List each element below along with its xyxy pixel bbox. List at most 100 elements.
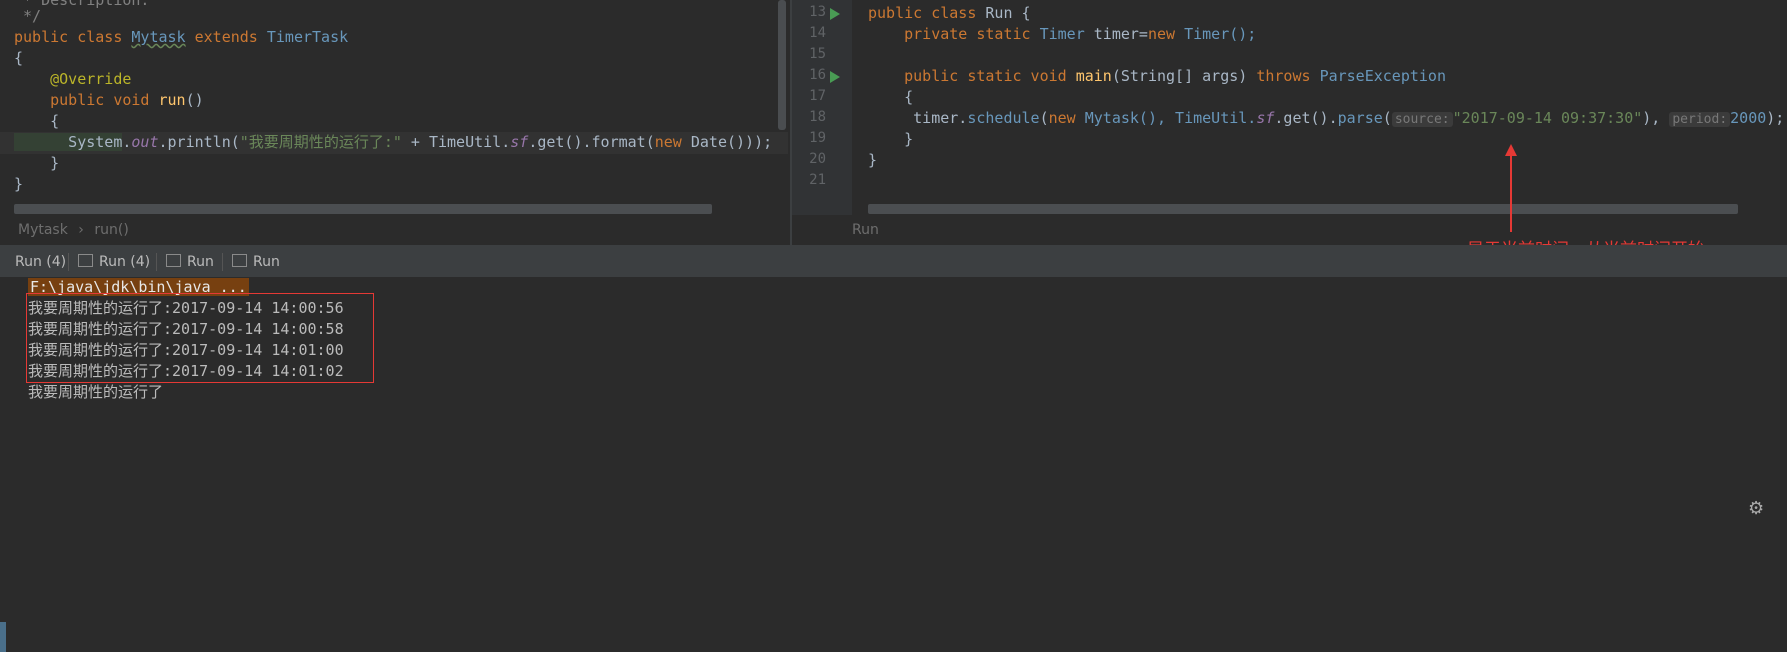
brace: { bbox=[868, 88, 914, 106]
code-line[interactable]: { bbox=[868, 88, 913, 106]
horizontal-scrollbar[interactable] bbox=[14, 204, 712, 214]
run-tab-icon bbox=[232, 253, 247, 267]
code-text: Date())); bbox=[690, 133, 773, 151]
tab-separator bbox=[156, 253, 157, 271]
code-text: ), bbox=[1642, 109, 1670, 127]
comment-text: */ bbox=[14, 7, 42, 25]
string-literal: "2017-09-14 09:37:30" bbox=[1452, 109, 1643, 127]
parameter-hint: source: bbox=[1391, 112, 1453, 127]
brace: } bbox=[14, 154, 60, 172]
type-name: Timer bbox=[1039, 25, 1085, 43]
code-line[interactable]: public class Mytask extends TimerTask bbox=[14, 27, 348, 48]
code-text: ); bbox=[1766, 109, 1785, 127]
breadcrumb: Mytask › run() bbox=[18, 215, 129, 245]
code-line[interactable]: public class Run { bbox=[868, 4, 1031, 22]
field-sf: sf bbox=[510, 133, 529, 151]
tab-run-4[interactable]: Run bbox=[232, 247, 280, 277]
brace: } bbox=[868, 130, 914, 148]
tab-separator bbox=[68, 253, 69, 271]
line-number: 21 bbox=[809, 172, 826, 188]
code-line-current[interactable]: System.out.println("我要周期性的运行了:" + TimeUt… bbox=[14, 132, 772, 153]
line-number: 15 bbox=[809, 46, 826, 62]
line-number: 13 bbox=[809, 4, 826, 20]
breadcrumb-class[interactable]: Mytask bbox=[18, 222, 68, 238]
run-gutter-icon[interactable] bbox=[830, 71, 840, 83]
console-line: 我要周期性的运行了 bbox=[28, 383, 164, 401]
method-call: schedule bbox=[967, 109, 1040, 127]
code-text: ( bbox=[1039, 109, 1049, 127]
right-editor[interactable]: 13 14 15 16 17 18 19 20 21 public class … bbox=[792, 0, 1787, 215]
parameter-hint: period: bbox=[1669, 112, 1731, 127]
run-console[interactable]: F:\java\jdk\bin\java ... 我要周期性的运行了:2017-… bbox=[0, 277, 1787, 652]
keyword: public static void bbox=[868, 67, 1076, 85]
run-tab-icon bbox=[78, 253, 93, 267]
field-out: out bbox=[131, 133, 159, 151]
run-tool-tabs: Run (4) Run (4) Run Run ⚙ bbox=[0, 247, 1787, 519]
line-number: 20 bbox=[809, 151, 826, 167]
code-text: .get(). bbox=[1274, 109, 1338, 127]
keyword: new bbox=[1147, 25, 1185, 43]
code-text: .println( bbox=[158, 133, 240, 151]
line-number: 16 bbox=[809, 67, 826, 83]
code-text: timer. bbox=[868, 109, 968, 127]
code-text: ( bbox=[1382, 109, 1392, 127]
method-name: run bbox=[158, 91, 186, 109]
keyword: public class bbox=[14, 28, 132, 46]
class-name: Run { bbox=[985, 4, 1031, 22]
vertical-scrollbar[interactable] bbox=[778, 0, 786, 130]
line-number: 14 bbox=[809, 25, 826, 41]
code-line[interactable]: public void run() bbox=[14, 90, 204, 111]
tab-separator bbox=[222, 253, 223, 271]
code-text: Mytask(), TimeUtil. bbox=[1084, 109, 1257, 127]
method-call: parse bbox=[1337, 109, 1383, 127]
brace: { bbox=[14, 112, 60, 130]
parent-class: TimerTask bbox=[266, 28, 349, 46]
annotation-override: @Override bbox=[14, 70, 132, 88]
keyword: extends bbox=[185, 28, 267, 46]
tab-label: Run bbox=[253, 254, 280, 270]
brace: } bbox=[14, 175, 24, 193]
output-highlight-box bbox=[26, 293, 374, 383]
tab-label: Run (4) bbox=[99, 254, 151, 270]
code-line[interactable]: } bbox=[14, 174, 23, 195]
system-class: System bbox=[14, 133, 123, 151]
keyword: public void bbox=[14, 91, 159, 109]
code-line[interactable]: private static Timer timer=new Timer(); bbox=[868, 25, 1256, 43]
breadcrumb-method[interactable]: run() bbox=[94, 222, 128, 238]
tab-label: Run bbox=[187, 254, 214, 270]
console-side-icon[interactable] bbox=[0, 622, 6, 652]
line-number: 18 bbox=[809, 109, 826, 125]
brace: { bbox=[14, 49, 24, 67]
code-line[interactable]: } bbox=[868, 130, 913, 148]
left-editor[interactable]: * Description: */ public class Mytask ex… bbox=[0, 0, 790, 215]
code-text: () bbox=[185, 91, 204, 109]
gear-icon[interactable]: ⚙ bbox=[1748, 494, 1764, 524]
field-sf: sf bbox=[1256, 109, 1275, 127]
keyword: private static bbox=[868, 25, 1040, 43]
breadcrumb-class[interactable]: Run bbox=[852, 222, 879, 238]
code-line[interactable]: timer.schedule(new Mytask(), TimeUtil.sf… bbox=[868, 109, 1784, 127]
run-tab-icon bbox=[166, 253, 181, 267]
breadcrumb-separator: › bbox=[78, 222, 84, 238]
code-line[interactable]: } bbox=[868, 151, 877, 169]
tab-run-2[interactable]: Run (4) bbox=[78, 247, 150, 277]
code-text: + TimeUtil. bbox=[401, 133, 511, 151]
brace: } bbox=[868, 151, 878, 169]
code-line[interactable]: public static void main(String[] args) t… bbox=[868, 67, 1446, 85]
code-text: (String[] args) bbox=[1111, 67, 1257, 85]
code-line[interactable]: */ bbox=[14, 6, 41, 27]
type-name: ParseException bbox=[1319, 67, 1446, 85]
type-name: Timer(); bbox=[1184, 25, 1257, 43]
class-name: Mytask bbox=[131, 28, 186, 46]
keyword: new bbox=[1048, 109, 1085, 127]
tab-run-1[interactable]: Run (4) bbox=[0, 247, 66, 277]
code-line[interactable]: @Override bbox=[14, 69, 131, 90]
code-line[interactable]: { bbox=[14, 111, 59, 132]
code-line[interactable]: { bbox=[14, 48, 23, 69]
line-number: 19 bbox=[809, 130, 826, 146]
code-line[interactable]: } bbox=[14, 153, 59, 174]
horizontal-scrollbar[interactable] bbox=[868, 204, 1738, 214]
code-text: .get().format( bbox=[528, 133, 655, 151]
run-gutter-icon[interactable] bbox=[830, 8, 840, 20]
tab-run-3[interactable]: Run bbox=[166, 247, 214, 277]
